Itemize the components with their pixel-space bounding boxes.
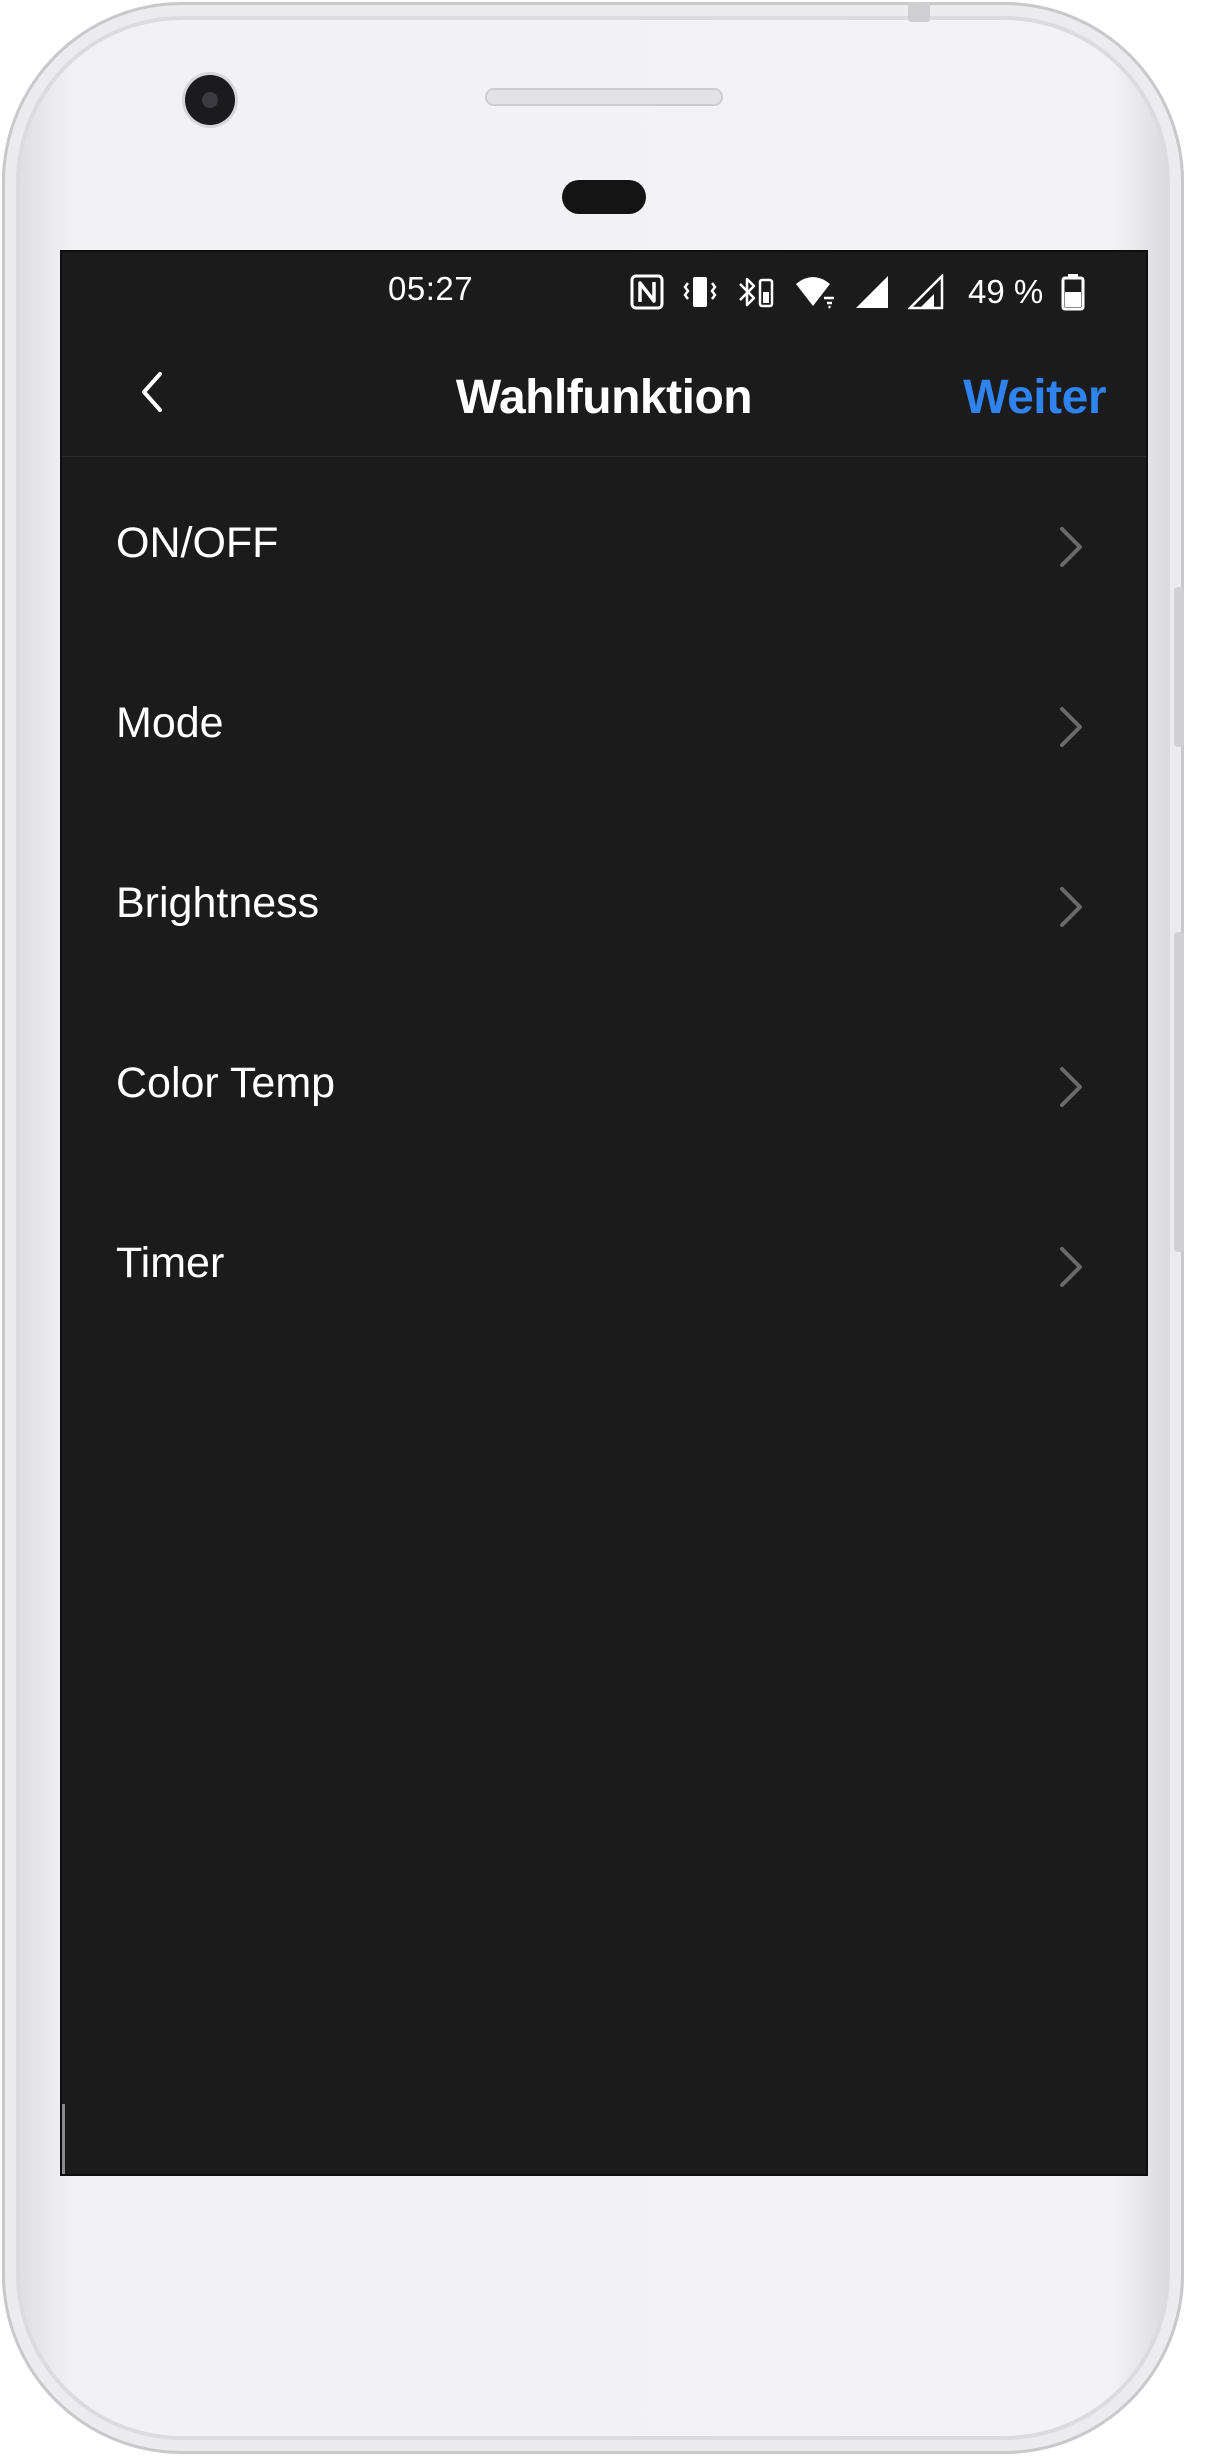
status-time: 05:27 bbox=[388, 270, 474, 307]
phone-top-button bbox=[908, 2, 930, 22]
next-button[interactable]: Weiter bbox=[963, 370, 1106, 425]
battery-icon bbox=[1061, 273, 1085, 311]
screen-edge-line bbox=[62, 2104, 65, 2174]
proximity-sensor bbox=[562, 180, 646, 214]
battery-percentage: 49 % bbox=[968, 273, 1044, 310]
chevron-right-icon bbox=[1056, 1243, 1086, 1291]
phone-frame: 05:27 49 % Wahlfunktion Weiter ON/OFF Mo… bbox=[2, 2, 1184, 2454]
list-item-color-temp[interactable]: Color Temp bbox=[62, 997, 1146, 1177]
list-item-on-off[interactable]: ON/OFF bbox=[62, 457, 1146, 637]
list-item-label: ON/OFF bbox=[116, 519, 279, 567]
bluetooth-icon bbox=[736, 274, 776, 310]
phone-volume-button bbox=[1174, 932, 1184, 1252]
list-item-label: Brightness bbox=[116, 879, 320, 927]
signal-icon bbox=[854, 274, 890, 310]
chevron-right-icon bbox=[1056, 1063, 1086, 1111]
wifi-icon bbox=[794, 274, 836, 310]
list-item-label: Mode bbox=[116, 699, 224, 747]
signal-icon bbox=[908, 274, 944, 310]
earpiece-speaker bbox=[485, 88, 723, 106]
list-item-timer[interactable]: Timer bbox=[62, 1177, 1146, 1357]
list-item-label: Timer bbox=[116, 1239, 225, 1287]
status-bar: 05:27 49 % bbox=[62, 252, 1146, 332]
vibrate-icon bbox=[682, 274, 718, 310]
list-item-label: Color Temp bbox=[116, 1059, 336, 1107]
chevron-right-icon bbox=[1056, 523, 1086, 571]
navigation-bar: Wahlfunktion Weiter bbox=[62, 332, 1146, 457]
status-icons: 49 % bbox=[630, 272, 1085, 312]
list-item-brightness[interactable]: Brightness bbox=[62, 817, 1146, 997]
front-camera bbox=[185, 75, 235, 125]
nfc-icon bbox=[630, 274, 664, 310]
app-screen: 05:27 49 % Wahlfunktion Weiter ON/OFF Mo… bbox=[60, 250, 1148, 2176]
function-list: ON/OFF Mode Brightness Color Temp Timer bbox=[62, 457, 1146, 1357]
list-item-mode[interactable]: Mode bbox=[62, 637, 1146, 817]
chevron-right-icon bbox=[1056, 703, 1086, 751]
chevron-right-icon bbox=[1056, 883, 1086, 931]
phone-side-button bbox=[1174, 587, 1184, 747]
